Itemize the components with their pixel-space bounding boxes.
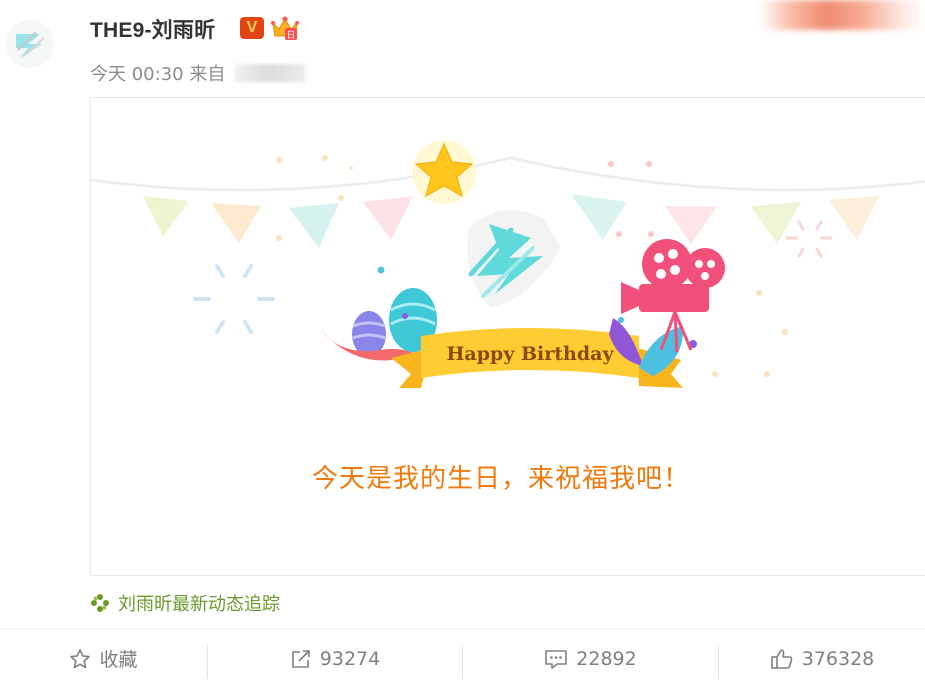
- tracker-flower-icon: [91, 594, 109, 612]
- post-source-prefix: 来自: [189, 64, 226, 85]
- birthday-illustration: Happy Birthday: [91, 140, 925, 388]
- post-meta: 今天 00:30 来自: [90, 60, 306, 86]
- svg-text:日: 日: [286, 30, 295, 40]
- blurred-source: [235, 64, 306, 82]
- post-time[interactable]: 今天 00:30: [90, 64, 184, 85]
- action-bar: 收藏 93274 22892 376328: [0, 629, 925, 688]
- favorite-label: 收藏: [99, 649, 138, 671]
- verified-v-icon: V: [240, 17, 264, 39]
- avatar[interactable]: [6, 20, 54, 68]
- star-icon: [412, 140, 476, 204]
- repost-button[interactable]: 93274: [208, 629, 462, 688]
- comment-icon: [545, 649, 568, 669]
- crown-icon[interactable]: 日: [270, 14, 300, 42]
- banner-text: Happy Birthday: [446, 343, 614, 365]
- blurred-region: [760, 0, 925, 30]
- thumbs-up-icon: [770, 648, 793, 669]
- tracker-link[interactable]: 刘雨昕最新动态追踪: [90, 590, 280, 616]
- username[interactable]: THE9-刘雨昕: [90, 14, 215, 44]
- repost-icon: [291, 649, 310, 668]
- birthday-card[interactable]: Happy Birthday 今天是我的生日，来祝福我吧！: [90, 97, 925, 576]
- comment-count: 22892: [576, 647, 637, 670]
- comment-button[interactable]: 22892: [463, 629, 718, 688]
- like-button[interactable]: 376328: [719, 629, 925, 688]
- favorite-button[interactable]: 收藏: [0, 629, 207, 688]
- avatar-logo-icon: [16, 31, 45, 58]
- birthday-message: 今天是我的生日，来祝福我吧！: [311, 464, 690, 494]
- like-count: 376328: [801, 647, 875, 670]
- star-outline-icon: [70, 648, 91, 668]
- repost-count: 93274: [319, 647, 381, 670]
- tracker-label[interactable]: 刘雨昕最新动态追踪: [118, 590, 280, 616]
